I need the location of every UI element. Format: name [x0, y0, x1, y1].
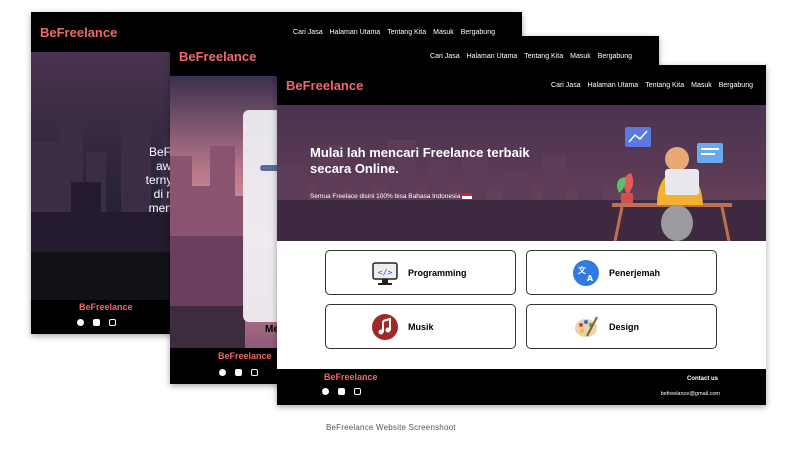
monitor-code-icon: </> [372, 260, 398, 286]
category-label: Design [609, 321, 640, 332]
translate-icon: 文A [573, 259, 599, 286]
navbar: BeFreelance Cari Jasa Halaman Utama Tent… [277, 65, 766, 105]
indonesia-flag-icon [462, 193, 473, 200]
discord-icon[interactable] [235, 369, 242, 376]
contact-title: Contact us [686, 376, 718, 382]
category-label: Penerjemah [609, 267, 661, 278]
facebook-icon[interactable] [77, 319, 84, 326]
palette-icon [573, 314, 599, 340]
brand-logo[interactable]: BeFreelance [179, 49, 256, 64]
hero-headline: Mulai lah mencari Freelance terbaik seca… [310, 145, 530, 176]
facebook-icon[interactable] [219, 369, 226, 376]
nav-item-bergabung[interactable]: Bergabung [461, 29, 495, 36]
brand-logo[interactable]: BeFreelance [286, 78, 363, 93]
nav-item-masuk[interactable]: Masuk [691, 82, 712, 89]
nav-item-masuk[interactable]: Masuk [433, 29, 454, 36]
footer-logo: BeFreelance [218, 351, 272, 361]
nav-item-cari-jasa[interactable]: Cari Jasa [293, 29, 323, 36]
nav-menu: Cari Jasa Halaman Utama Tentang Kita Mas… [430, 53, 632, 60]
hero-subtitle: Semua Freelace disini 100% bisa Bahasa I… [310, 193, 473, 200]
category-card-design[interactable]: Design [526, 304, 717, 349]
category-section: </> Programming 文A Penerjemah Musik Desi… [277, 241, 766, 369]
discord-icon[interactable] [338, 388, 345, 395]
facebook-icon[interactable] [322, 388, 329, 395]
image-caption: BeFreelance Website Screenshoot [326, 423, 456, 432]
footer: BeFreelance Contact us befreelance@gmail… [277, 369, 766, 405]
social-links [322, 388, 361, 395]
social-links [219, 369, 258, 376]
nav-item-bergabung[interactable]: Bergabung [598, 53, 632, 60]
music-note-icon [372, 313, 398, 340]
svg-text:</>: </> [378, 268, 393, 277]
nav-menu: Cari Jasa Halaman Utama Tentang Kita Mas… [551, 82, 753, 89]
brand-logo[interactable]: BeFreelance [40, 25, 117, 40]
nav-item-tentang-kita[interactable]: Tentang Kita [524, 53, 563, 60]
nav-item-halaman-utama[interactable]: Halaman Utama [588, 82, 639, 89]
nav-item-cari-jasa[interactable]: Cari Jasa [551, 82, 581, 89]
instagram-icon[interactable] [251, 369, 258, 376]
category-label: Musik [408, 321, 434, 332]
contact-email[interactable]: befreelance@gmail.com [661, 391, 720, 397]
discord-icon[interactable] [93, 319, 100, 326]
nav-menu: Cari Jasa Halaman Utama Tentang Kita Mas… [293, 29, 495, 36]
nav-item-masuk[interactable]: Masuk [570, 53, 591, 60]
nav-item-cari-jasa[interactable]: Cari Jasa [430, 53, 460, 60]
instagram-icon[interactable] [354, 388, 361, 395]
instagram-icon[interactable] [109, 319, 116, 326]
footer-logo: BeFreelance [324, 372, 378, 382]
category-card-musik[interactable]: Musik [325, 304, 516, 349]
svg-text:A: A [587, 274, 594, 283]
category-card-penerjemah[interactable]: 文A Penerjemah [526, 250, 717, 295]
footer-logo: BeFreelance [79, 302, 133, 312]
svg-text:文: 文 [578, 265, 587, 275]
category-card-programming[interactable]: </> Programming [325, 250, 516, 295]
freelancer-illustration [612, 127, 732, 241]
nav-item-bergabung[interactable]: Bergabung [719, 82, 753, 89]
category-label: Programming [408, 267, 467, 278]
social-links [77, 319, 116, 326]
nav-item-halaman-utama[interactable]: Halaman Utama [330, 29, 381, 36]
nav-item-tentang-kita[interactable]: Tentang Kita [645, 82, 684, 89]
screenshot-front: BeFreelance Cari Jasa Halaman Utama Tent… [277, 65, 766, 405]
hero-banner: Mulai lah mencari Freelance terbaik seca… [277, 105, 766, 241]
nav-item-halaman-utama[interactable]: Halaman Utama [467, 53, 518, 60]
nav-item-tentang-kita[interactable]: Tentang Kita [387, 29, 426, 36]
